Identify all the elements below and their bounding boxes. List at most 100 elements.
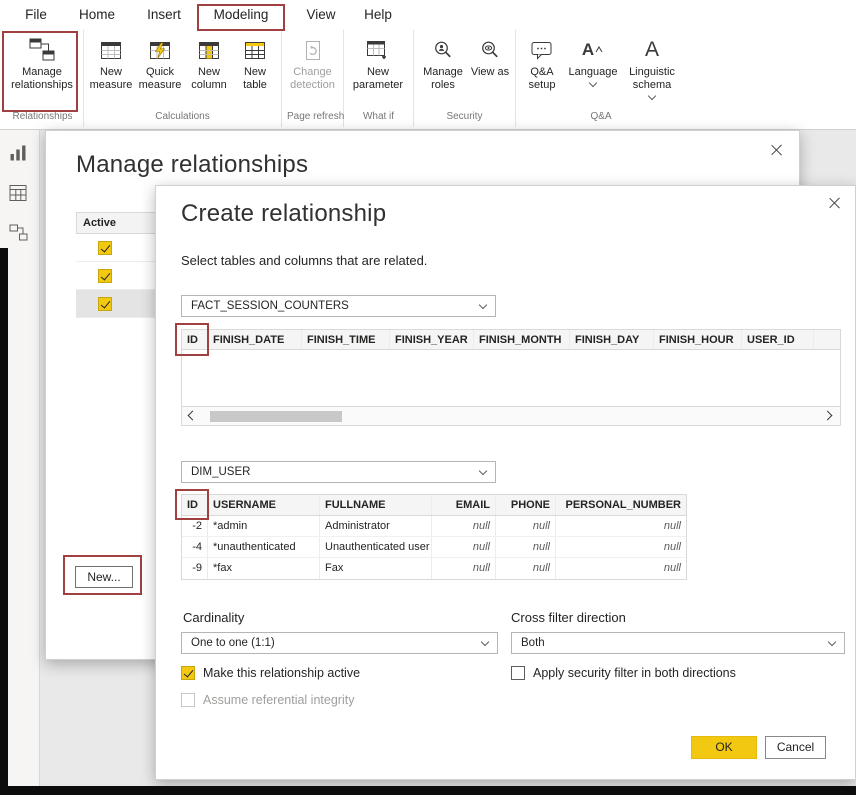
security-filter-checkbox[interactable]: Apply security filter in both directions: [511, 666, 736, 680]
qa-setup-label: Q&A setup: [519, 66, 565, 92]
manage-roles-button[interactable]: Manage roles: [417, 30, 469, 92]
table2-select-value: DIM_USER: [191, 466, 250, 478]
model-view-icon[interactable]: [9, 224, 31, 246]
manage-relationships-button[interactable]: Manage relationships: [5, 30, 79, 92]
language-button[interactable]: A Language: [565, 30, 621, 86]
window-left-edge: [0, 248, 8, 795]
new-column-label: New column: [185, 66, 233, 92]
cell-username: *fax: [208, 558, 320, 579]
new-column-icon: [199, 37, 219, 63]
ok-button[interactable]: OK: [691, 736, 757, 759]
table1-column-finish-day[interactable]: FINISH_DAY: [570, 330, 654, 349]
new-parameter-label: New parameter: [347, 66, 409, 92]
cell-fullname: Administrator: [320, 516, 432, 536]
new-measure-label: New measure: [87, 66, 135, 92]
tab-view[interactable]: View: [296, 0, 346, 30]
scrollbar-thumb[interactable]: [210, 411, 342, 422]
data-view-icon[interactable]: [9, 184, 31, 206]
table2-column-phone[interactable]: PHONE: [496, 495, 556, 515]
table1-column-finish-month[interactable]: FINISH_MONTH: [474, 330, 570, 349]
new-column-button[interactable]: New column: [185, 30, 233, 92]
qa-setup-icon: [531, 37, 553, 63]
ribbon-group-qa: Q&A setup A Language A Linguistic schem: [516, 30, 686, 127]
table1-column-finish-time[interactable]: FINISH_TIME: [302, 330, 390, 349]
tab-help[interactable]: Help: [354, 0, 402, 30]
tab-home[interactable]: Home: [70, 0, 124, 30]
chevron-down-icon: [481, 638, 489, 646]
chevron-down-icon: [648, 92, 656, 100]
create-dialog-subtitle: Select tables and columns that are relat…: [181, 253, 427, 268]
active-checkbox[interactable]: [98, 241, 112, 255]
quick-measure-button[interactable]: Quick measure: [135, 30, 185, 92]
linguistic-schema-button[interactable]: A Linguistic schema: [621, 30, 683, 99]
language-icon: A: [582, 37, 604, 63]
cell-personal-number: null: [556, 558, 686, 579]
linguistic-schema-icon-letter: A: [645, 38, 659, 62]
cross-filter-label: Cross filter direction: [511, 610, 626, 625]
language-label: Language: [569, 66, 618, 79]
manage-dialog-title: Manage relationships: [76, 151, 308, 179]
table1-column-finish-date[interactable]: FINISH_DATE: [208, 330, 302, 349]
table2-column-id[interactable]: ID: [182, 495, 208, 515]
cardinality-value: One to one (1:1): [191, 637, 275, 649]
table2-column-email[interactable]: EMAIL: [432, 495, 496, 515]
cardinality-label: Cardinality: [183, 610, 244, 625]
cross-filter-select[interactable]: Both: [511, 632, 845, 654]
cell-fullname: Fax: [320, 558, 432, 579]
make-relationship-active-checkbox[interactable]: Make this relationship active: [181, 666, 360, 680]
report-view-icon[interactable]: [9, 144, 31, 166]
table2-select[interactable]: DIM_USER: [181, 461, 496, 483]
new-measure-button[interactable]: New measure: [87, 30, 135, 92]
group-label-security: Security: [417, 109, 512, 127]
scroll-left-icon[interactable]: [188, 411, 198, 421]
table2-row[interactable]: -2 *admin Administrator null null null: [182, 516, 686, 537]
chevron-down-icon: [828, 638, 836, 646]
view-as-button[interactable]: View as: [469, 30, 511, 79]
table1-select[interactable]: FACT_SESSION_COUNTERS: [181, 295, 496, 317]
view-as-label: View as: [471, 66, 509, 79]
cardinality-select[interactable]: One to one (1:1): [181, 632, 498, 654]
tab-help-label: Help: [364, 7, 392, 22]
table2-column-personal-number[interactable]: PERSONAL_NUMBER: [556, 495, 686, 515]
chevron-down-icon: [479, 467, 487, 475]
manage-roles-icon: [433, 37, 453, 63]
ribbon: File Home Insert Modeling View Help Mana…: [0, 0, 856, 130]
table1-column-user-id[interactable]: USER_ID: [742, 330, 814, 349]
scroll-right-icon[interactable]: [823, 411, 833, 421]
active-checkbox[interactable]: [98, 269, 112, 283]
ribbon-body: Manage relationships Relationships New m…: [0, 30, 856, 127]
view-as-icon: [480, 37, 500, 63]
tab-insert[interactable]: Insert: [136, 0, 192, 30]
cancel-button[interactable]: Cancel: [765, 736, 826, 759]
new-relationship-button[interactable]: New...: [75, 566, 133, 588]
cell-username: *unauthenticated: [208, 537, 320, 557]
tab-modeling[interactable]: Modeling: [200, 0, 282, 30]
checkbox-unchecked-icon: [511, 666, 525, 680]
table2-row[interactable]: -9 *fax Fax null null null: [182, 558, 686, 579]
new-table-label: New table: [233, 66, 277, 92]
tab-file[interactable]: File: [10, 0, 62, 30]
linguistic-schema-label: Linguistic schema: [621, 66, 683, 92]
table2-column-username[interactable]: USERNAME: [208, 495, 320, 515]
table2-row[interactable]: -4 *unauthenticated Unauthenticated user…: [182, 537, 686, 558]
table2-header-row: ID USERNAME FULLNAME EMAIL PHONE PERSONA…: [182, 495, 686, 516]
qa-setup-button[interactable]: Q&A setup: [519, 30, 565, 92]
close-icon[interactable]: [769, 143, 783, 157]
new-table-button[interactable]: New table: [233, 30, 277, 92]
table1-header-row: ID FINISH_DATE FINISH_TIME FINISH_YEAR F…: [181, 329, 841, 350]
ribbon-group-what-if: New parameter What if: [344, 30, 414, 127]
table1-column-id[interactable]: ID: [182, 330, 208, 349]
table1-column-finish-year[interactable]: FINISH_YEAR: [390, 330, 474, 349]
cell-id: -9: [182, 558, 208, 579]
change-detection-button: Change detection: [285, 30, 340, 92]
new-measure-icon: [101, 37, 121, 63]
checkbox-checked-icon: [181, 666, 195, 680]
active-checkbox[interactable]: [98, 297, 112, 311]
table1-column-finish-hour[interactable]: FINISH_HOUR: [654, 330, 742, 349]
table2-column-fullname[interactable]: FULLNAME: [320, 495, 432, 515]
close-icon[interactable]: [827, 196, 841, 210]
manage-relationships-label: Manage relationships: [5, 66, 79, 92]
table1-horizontal-scrollbar[interactable]: [181, 407, 841, 426]
new-parameter-button[interactable]: New parameter: [347, 30, 409, 92]
group-label-calculations: Calculations: [87, 109, 278, 127]
